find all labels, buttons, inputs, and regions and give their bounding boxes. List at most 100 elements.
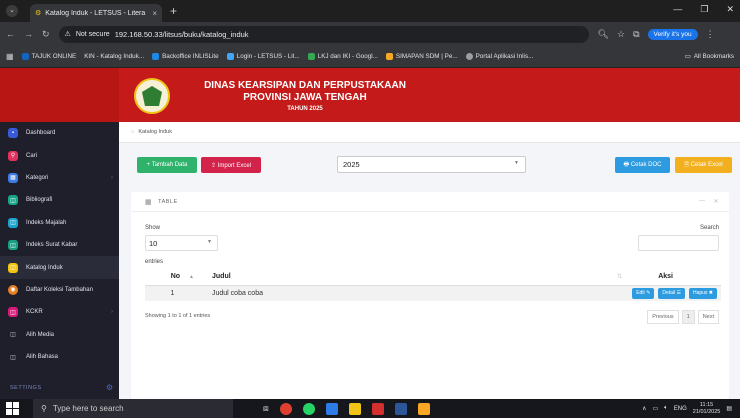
new-tab-button[interactable]: +: [170, 4, 177, 18]
bookmark-label: Portal Aplikasi Inlis...: [475, 53, 534, 60]
file-explorer-icon[interactable]: [348, 402, 361, 415]
delete-button[interactable]: Hapus ✖: [688, 287, 717, 299]
language-indicator[interactable]: ENG: [674, 406, 687, 412]
card-header: ▦ TABLE — ✕: [131, 192, 729, 212]
bookmark-backoffice[interactable]: Backoffice INLISLite: [152, 53, 219, 60]
sidebar-item-label: Indeks Majalah: [26, 219, 67, 226]
extensions-icon[interactable]: ⧉: [633, 29, 639, 40]
sidebar-settings-label: SETTINGS: [10, 385, 42, 391]
bookmark-login[interactable]: Login - LETSUS - Lit...: [226, 53, 300, 60]
forward-icon[interactable]: →: [24, 29, 33, 39]
cell-aksi: Edit ✎ Detail ☰ Hapus ✖: [390, 285, 721, 301]
book-icon: ◫: [8, 217, 18, 228]
year-select[interactable]: 2025 ▼: [337, 156, 526, 173]
apps-icon[interactable]: ▦: [6, 52, 14, 61]
home-icon[interactable]: ⌂: [131, 129, 134, 135]
tab-close-icon[interactable]: ×: [152, 9, 157, 18]
sidebar-item-alih-bahasa[interactable]: ◫ Alih Bahasa: [0, 346, 119, 368]
menu-icon[interactable]: ⋮: [706, 29, 715, 40]
tab-search-icon[interactable]: ⌄: [6, 5, 18, 17]
detail-button[interactable]: Detail ☰: [658, 287, 685, 299]
sidebar-item-bibliografi[interactable]: ◫ Bibliografi: [0, 189, 119, 211]
site-title-line1: DINAS KEARSIPAN DAN PERPUSTAKAAN: [204, 80, 406, 91]
sidebar-item-label: KCKR: [26, 309, 43, 316]
site-title: DINAS KEARSIPAN DAN PERPUSTAKAAN PROVINS…: [200, 80, 410, 114]
bookmark-kin[interactable]: KIN - Katalog Induk...: [84, 53, 144, 60]
chrome-icon[interactable]: [279, 402, 292, 415]
add-data-button[interactable]: + Tambah Data: [137, 157, 197, 173]
column-header-no[interactable]: No ▲: [145, 269, 200, 286]
clock-date: 21/01/2025: [692, 408, 721, 415]
taskbar-search[interactable]: ⚲ Type here to search: [33, 399, 233, 418]
bookmark-tajuk[interactable]: TAJUK ONLINE: [21, 53, 77, 60]
table-card: ▦ TABLE — ✕ Show 10 ▼ entries Search No ▲: [131, 192, 729, 399]
close-window-icon[interactable]: ✕: [726, 4, 734, 15]
back-icon[interactable]: ←: [6, 29, 15, 39]
page-1-button[interactable]: 1: [681, 310, 695, 324]
whatsapp-icon[interactable]: [302, 402, 315, 415]
windows-start-icon[interactable]: [6, 402, 19, 415]
notification-icon[interactable]: ▤: [726, 405, 732, 412]
maximize-icon[interactable]: ❐: [700, 4, 708, 15]
word-icon[interactable]: [394, 402, 407, 415]
browser-tab[interactable]: ⚙ Katalog Induk - LETSUS - Litera ×: [30, 4, 162, 22]
sort-icon: ⇅: [617, 274, 623, 281]
all-bookmarks[interactable]: ▭ All Bookmarks: [685, 53, 734, 60]
bookmark-lkj[interactable]: LKJ dan IKI - Googl...: [307, 53, 378, 60]
screen: ⌄ ⚙ Katalog Induk - LETSUS - Litera × + …: [0, 0, 740, 418]
previous-page-button[interactable]: Previous: [647, 310, 679, 324]
sidebar-item-cari[interactable]: ⚲ Cari: [0, 144, 119, 166]
bookmark-label: TAJUK ONLINE: [31, 53, 77, 60]
search-label: Search: [699, 225, 719, 231]
app-icon[interactable]: [417, 402, 430, 415]
url-field[interactable]: ⚠ Not secure 192.168.50.33/litsus/buku/k…: [58, 25, 589, 43]
sidebar-item-alih-media[interactable]: ◫ Alih Media: [0, 324, 119, 346]
reload-icon[interactable]: ↻: [42, 29, 50, 40]
window-controls: — ❐ ✕: [673, 4, 734, 15]
minimize-icon[interactable]: —: [673, 4, 682, 15]
acrobat-icon[interactable]: [371, 402, 384, 415]
dashboard-icon: ▪: [8, 128, 18, 139]
sidebar-item-kckr[interactable]: ◫ KCKR ›: [0, 301, 119, 323]
verify-button[interactable]: Verify it's you: [647, 28, 698, 40]
task-view-icon[interactable]: ⧈: [263, 403, 269, 414]
sidebar-item-indeks-surat-kabar[interactable]: ◫ Indeks Surat Kabar: [0, 234, 119, 256]
card-title: TABLE: [158, 198, 178, 205]
column-header-judul[interactable]: Judul: [200, 269, 390, 286]
bookmark-simapan[interactable]: SIMAPAN SDM | Pe...: [385, 53, 458, 60]
import-excel-button[interactable]: ⇪ Import Excel: [201, 157, 261, 173]
next-page-button[interactable]: Next: [697, 310, 719, 324]
table-header-row: No ▲ Judul ⇅ Aksi: [145, 269, 721, 286]
column-header-aksi[interactable]: ⇅ Aksi: [389, 269, 721, 286]
sidebar-item-indeks-majalah[interactable]: ◫ Indeks Majalah: [0, 212, 119, 234]
toolbar: + Tambah Data ⇪ Import Excel 2025 ▼ 🖶 Ce…: [119, 143, 740, 188]
sidebar-item-dashboard[interactable]: ▪ Dashboard: [0, 122, 119, 144]
collapse-icon[interactable]: —: [699, 198, 706, 205]
tray-expand-icon[interactable]: ∧: [642, 405, 646, 412]
zoom-icon[interactable]: 🔍︎: [598, 29, 609, 40]
breadcrumb: ⌂ Katalog Induk: [119, 122, 740, 143]
print-doc-button[interactable]: 🖶 Cetak DOC: [615, 157, 670, 173]
sidebar-item-katalog-induk[interactable]: ◫ Katalog Induk: [0, 256, 119, 279]
column-header-label: Aksi: [658, 273, 673, 281]
store-icon[interactable]: [325, 402, 338, 415]
windows-taskbar: ⚲ Type here to search ⧈ ∧ ▭ 🔈︎ ENG 11:15…: [0, 399, 740, 418]
sidebar-item-label: Bibliografi: [26, 197, 53, 204]
sidebar-item-daftar-koleksi[interactable]: ◉ Daftar Koleksi Tambahan: [0, 279, 119, 301]
table-search-input[interactable]: [638, 235, 719, 251]
bookmark-label: LKJ dan IKI - Googl...: [317, 53, 378, 60]
header-left-panel: [0, 68, 119, 122]
volume-icon[interactable]: 🔈︎: [664, 405, 668, 412]
bookmark-portal[interactable]: Portal Aplikasi Inlis...: [465, 53, 534, 60]
print-excel-button[interactable]: 🗎 Cetak Excel: [675, 157, 732, 173]
clock[interactable]: 11:15 21/01/2025: [693, 402, 721, 416]
book-icon: ◫: [8, 240, 18, 251]
book-icon: ◫: [8, 307, 18, 318]
network-icon[interactable]: ▭: [653, 405, 659, 412]
gear-icon[interactable]: ⚙: [106, 383, 113, 392]
star-icon[interactable]: ☆: [617, 29, 625, 40]
page-length-select[interactable]: 10 ▼: [145, 235, 218, 251]
edit-button[interactable]: Edit ✎: [632, 287, 655, 299]
sidebar-item-kategori[interactable]: ▦ Kategori ›: [0, 167, 119, 189]
close-icon[interactable]: ✕: [713, 198, 719, 205]
